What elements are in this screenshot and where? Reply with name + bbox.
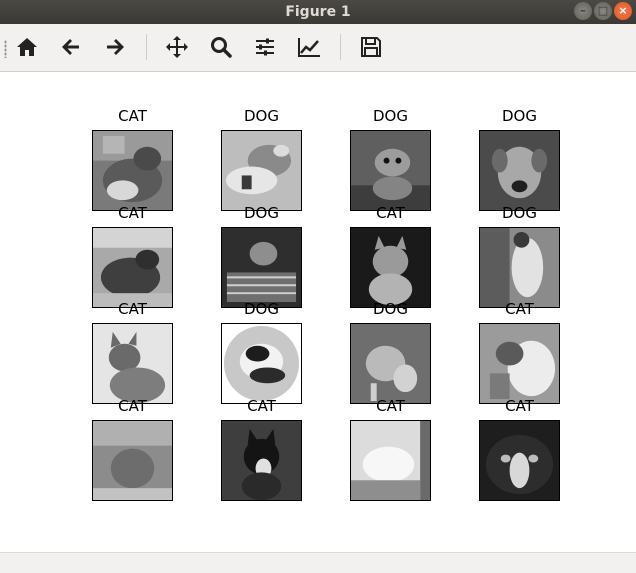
image-label: DOG	[244, 300, 279, 318]
subplots-button[interactable]	[250, 32, 280, 62]
cat-photo-icon	[350, 420, 431, 501]
cat-photo-icon	[92, 130, 173, 211]
image-label: CAT	[376, 204, 405, 222]
image-label: CAT	[118, 107, 147, 125]
cat-photo-icon	[479, 420, 560, 501]
window-titlebar: Figure 1 – □ ×	[0, 0, 636, 24]
save-icon	[361, 37, 381, 57]
axes-edit-button[interactable]	[294, 32, 324, 62]
toolbar-separator	[340, 34, 341, 60]
image-label: DOG	[502, 107, 537, 125]
dog-photo-icon	[221, 227, 302, 308]
forward-button[interactable]	[100, 32, 130, 62]
image-label: CAT	[505, 397, 534, 415]
minimize-button[interactable]: –	[574, 2, 592, 20]
maximize-button[interactable]: □	[594, 2, 612, 20]
image-label: CAT	[505, 300, 534, 318]
image-label: CAT	[118, 397, 147, 415]
cat-photo-icon	[92, 323, 173, 404]
cat-photo-icon	[350, 227, 431, 308]
back-button[interactable]	[56, 32, 86, 62]
image-label: CAT	[118, 204, 147, 222]
home-icon	[17, 38, 37, 56]
image-label: DOG	[244, 107, 279, 125]
image-label: DOG	[244, 204, 279, 222]
subplots-icon	[256, 38, 274, 56]
image-label: CAT	[376, 397, 405, 415]
dog-photo-icon	[479, 130, 560, 211]
save-button[interactable]	[356, 32, 386, 62]
image-label: CAT	[247, 397, 276, 415]
window-title: Figure 1	[285, 4, 351, 20]
cat-photo-icon	[92, 227, 173, 308]
dog-photo-icon	[221, 323, 302, 404]
image-label: CAT	[118, 300, 147, 318]
zoom-button[interactable]	[206, 32, 236, 62]
toolbar-grip-icon[interactable]	[4, 40, 7, 58]
dog-photo-icon	[350, 130, 431, 211]
pan-button[interactable]	[162, 32, 192, 62]
status-bar	[0, 552, 636, 573]
forward-arrow-icon	[107, 39, 124, 55]
image-label: DOG	[502, 204, 537, 222]
navigation-toolbar	[0, 24, 636, 72]
dog-photo-icon	[221, 130, 302, 211]
home-button[interactable]	[12, 32, 42, 62]
image-label: DOG	[373, 300, 408, 318]
toolbar-separator	[146, 34, 147, 60]
dog-photo-icon	[350, 323, 431, 404]
image-label: DOG	[373, 107, 408, 125]
dog-photo-icon	[479, 227, 560, 308]
cat-photo-icon	[221, 420, 302, 501]
pan-icon	[166, 36, 188, 58]
back-arrow-icon	[62, 39, 79, 55]
cat-photo-icon	[479, 323, 560, 404]
close-button[interactable]: ×	[614, 2, 632, 20]
cat-photo-icon	[92, 420, 173, 501]
figure-canvas[interactable]: CAT DOG DOG DOG CAT DOG CAT DOG CAT DOG …	[0, 72, 636, 552]
axes-edit-icon	[298, 38, 320, 57]
zoom-icon	[211, 37, 232, 58]
